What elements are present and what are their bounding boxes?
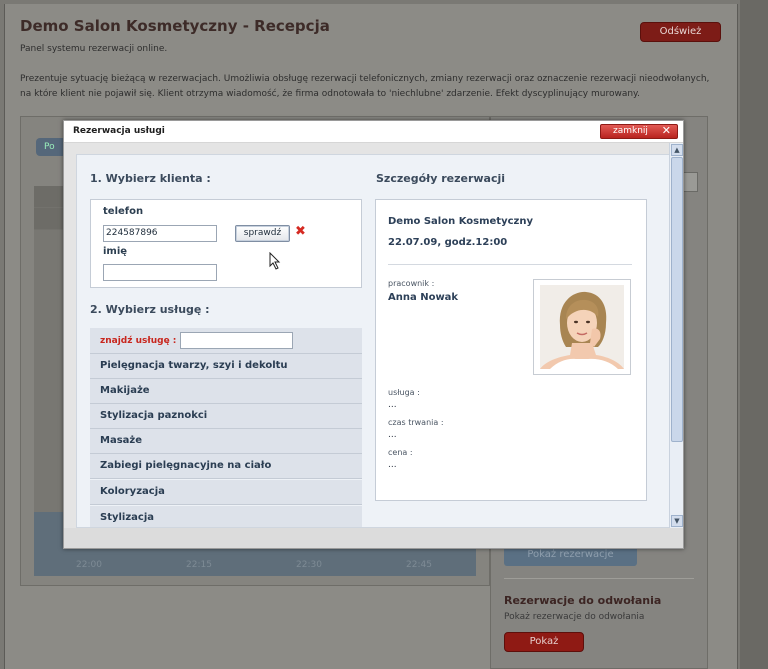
details-heading: Szczegóły rezerwacji xyxy=(376,172,506,185)
scroll-down-icon[interactable]: ▼ xyxy=(671,515,683,527)
service-label: usługa : xyxy=(388,388,420,397)
refresh-button[interactable]: Odśwież xyxy=(640,22,721,42)
price-value: ... xyxy=(388,460,397,470)
scroll-thumb[interactable] xyxy=(671,157,683,442)
page-subtitle: Panel systemu rezerwacji online. xyxy=(20,44,168,54)
cancel-section-title: Rezerwacje do odwołania xyxy=(504,594,662,607)
show-cancellations-button[interactable]: Pokaż xyxy=(504,632,584,652)
price-label: cena : xyxy=(388,448,413,457)
divider xyxy=(388,264,632,265)
service-search-input[interactable] xyxy=(180,332,293,349)
page-title: Demo Salon Kosmetyczny - Recepcja xyxy=(20,17,330,35)
service-item[interactable]: Pielęgnacja twarzy, szyi i dekoltu xyxy=(90,354,362,379)
cancel-section-subtitle: Pokaż rezerwacje do odwołania xyxy=(504,612,645,622)
service-search-row: znajdź usługę : xyxy=(90,328,362,354)
time-label: 22:45 xyxy=(406,560,432,570)
scroll-up-icon[interactable]: ▲ xyxy=(671,144,683,156)
name-label: imię xyxy=(103,246,128,257)
service-list: znajdź usługę : Pielęgnacja twarzy, szyi… xyxy=(90,328,362,527)
service-search-label: znajdź usługę : xyxy=(100,336,177,346)
modal-footer xyxy=(64,528,683,548)
duration-label: czas trwania : xyxy=(388,418,444,427)
modal-content: 1. Wybierz klienta : telefon 224587896 s… xyxy=(77,155,669,527)
service-value: ... xyxy=(388,400,397,410)
employee-photo xyxy=(540,285,624,369)
page-right-strip xyxy=(740,0,768,669)
service-item[interactable]: Stylizacja paznokci xyxy=(90,404,362,429)
modal-header: Rezerwacja usługi zamknij ✕ xyxy=(64,121,683,143)
divider xyxy=(504,578,694,579)
phone-input[interactable]: 224587896 xyxy=(103,225,217,242)
check-button[interactable]: sprawdź xyxy=(235,225,290,242)
duration-value: ... xyxy=(388,430,397,440)
time-label: 22:30 xyxy=(296,560,322,570)
close-button-label: zamknij xyxy=(613,126,648,136)
client-section-heading: 1. Wybierz klienta : xyxy=(90,172,211,185)
reservation-modal: Rezerwacja usługi zamknij ✕ 1. Wybierz k… xyxy=(63,120,684,549)
service-item[interactable]: Koloryzacja xyxy=(90,480,362,505)
clear-icon[interactable]: ✖ xyxy=(295,224,306,239)
service-item[interactable]: Makijaże xyxy=(90,379,362,404)
service-item[interactable]: Zabiegi pielęgnacyjne na ciało xyxy=(90,454,362,479)
employee-photo-frame xyxy=(533,279,631,375)
client-box: telefon 224587896 sprawdź ✖ imię xyxy=(90,199,362,288)
modal-title: Rezerwacja usługi xyxy=(73,126,165,136)
service-item[interactable]: Stylizacja xyxy=(90,506,362,527)
modal-scrollbar[interactable]: ▲ ▼ xyxy=(669,143,683,528)
time-label: 22:15 xyxy=(186,560,212,570)
reservation-datetime: 22.07.09, godz.12:00 xyxy=(388,237,508,248)
time-label: 22:00 xyxy=(76,560,102,570)
salon-name: Demo Salon Kosmetyczny xyxy=(388,216,533,227)
close-button[interactable]: zamknij ✕ xyxy=(600,124,678,139)
employee-name: Anna Nowak xyxy=(388,292,459,303)
mouse-cursor-icon xyxy=(269,252,281,270)
service-section-heading: 2. Wybierz usługę : xyxy=(90,303,210,316)
name-input[interactable] xyxy=(103,264,217,281)
page-description: Prezentuje sytuację bieżącą w rezerwacja… xyxy=(20,74,710,99)
close-icon: ✕ xyxy=(661,124,671,137)
phone-label: telefon xyxy=(103,206,144,217)
service-item[interactable]: Masaże xyxy=(90,429,362,454)
modal-body: 1. Wybierz klienta : telefon 224587896 s… xyxy=(76,154,670,528)
reservation-details-box: Demo Salon Kosmetyczny 22.07.09, godz.12… xyxy=(375,199,647,501)
employee-label: pracownik : xyxy=(388,279,435,288)
